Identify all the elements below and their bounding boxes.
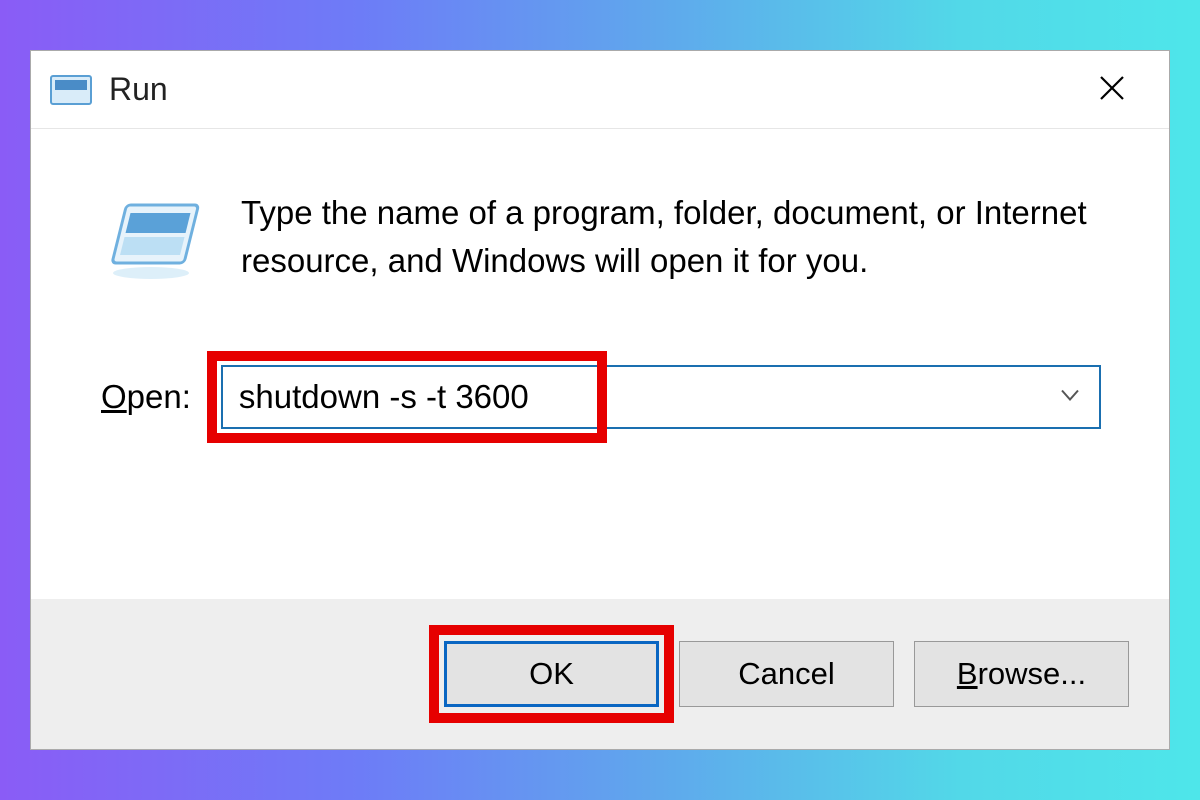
browse-button[interactable]: Browse... — [914, 641, 1129, 707]
chevron-down-icon[interactable] — [1059, 384, 1081, 411]
dialog-description: Type the name of a program, folder, docu… — [241, 189, 1109, 285]
cancel-button[interactable]: Cancel — [679, 641, 894, 707]
close-button[interactable] — [1073, 51, 1151, 129]
open-label: Open: — [101, 378, 191, 416]
close-icon — [1098, 74, 1126, 107]
dialog-title: Run — [109, 71, 168, 108]
titlebar: Run — [31, 51, 1169, 129]
dialog-footer: OK Cancel Browse... — [31, 599, 1169, 749]
run-icon — [49, 72, 93, 108]
run-dialog: Run Type the name of a program, folder, … — [30, 50, 1170, 750]
open-combobox[interactable] — [221, 365, 1101, 429]
run-large-icon — [101, 195, 201, 285]
open-input[interactable] — [239, 378, 1044, 416]
ok-button[interactable]: OK — [444, 641, 659, 707]
dialog-body: Type the name of a program, folder, docu… — [31, 129, 1169, 599]
